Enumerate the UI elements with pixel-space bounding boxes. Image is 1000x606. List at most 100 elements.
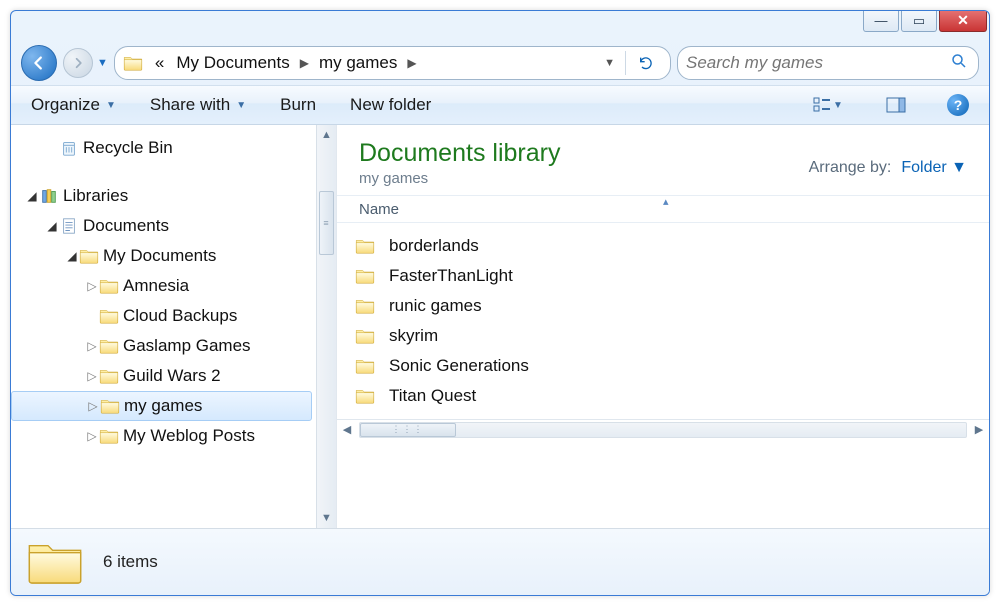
expander-icon[interactable]: ◢ <box>45 219 59 233</box>
scroll-thumb[interactable]: ≡ <box>319 191 334 255</box>
scroll-track[interactable]: ≡ <box>317 145 336 508</box>
file-name: runic games <box>389 296 482 316</box>
list-item[interactable]: runic games <box>355 291 971 321</box>
content-pane: Documents library my games Arrange by: F… <box>337 125 989 528</box>
folder-icon <box>99 278 119 294</box>
tree-item-libraries[interactable]: ◢ Libraries <box>11 181 316 211</box>
organize-menu[interactable]: Organize ▼ <box>31 95 116 115</box>
scroll-down-icon[interactable]: ▼ <box>317 508 336 528</box>
recycle-bin-icon <box>59 139 79 157</box>
scroll-up-icon[interactable]: ▲ <box>317 125 336 145</box>
folder-icon <box>123 55 143 71</box>
tree-item[interactable]: ▷ Gaslamp Games <box>11 331 316 361</box>
list-item[interactable]: skyrim <box>355 321 971 351</box>
sort-ascending-icon: ▴ <box>663 195 669 208</box>
close-button[interactable]: ✕ <box>939 10 987 32</box>
search-box[interactable] <box>677 46 979 80</box>
chevron-right-icon[interactable]: ▶ <box>405 56 418 70</box>
breadcrumb-level1[interactable]: My Documents <box>172 51 293 75</box>
arrange-by-label: Arrange by: <box>809 159 892 177</box>
new-folder-button[interactable]: New folder <box>350 95 431 115</box>
folder-icon <box>355 238 375 254</box>
help-button[interactable]: ? <box>947 94 969 116</box>
scroll-right-icon[interactable]: ▶ <box>969 423 989 436</box>
folder-icon <box>79 248 99 264</box>
details-pane: 6 items <box>11 529 989 595</box>
expander-icon[interactable]: ▷ <box>85 369 99 383</box>
tree-item[interactable]: ▷ My Weblog Posts <box>11 421 316 451</box>
libraries-icon <box>39 187 59 205</box>
explorer-window: — ▭ ✕ ▼ « My Documents ▶ my games ▶ ▼ <box>10 10 990 596</box>
file-name: Titan Quest <box>389 386 476 406</box>
tree-item-label: My Weblog Posts <box>123 426 255 446</box>
expander-icon[interactable]: ▷ <box>86 399 100 413</box>
breadcrumb-level2[interactable]: my games <box>315 51 401 75</box>
folder-icon <box>99 368 119 384</box>
expander-icon[interactable]: ▷ <box>85 339 99 353</box>
expander-icon[interactable]: ▷ <box>85 279 99 293</box>
folder-icon <box>99 428 119 444</box>
expander-icon[interactable]: ◢ <box>25 189 39 203</box>
tree-item-label: my games <box>124 396 202 416</box>
breadcrumb-overflow[interactable]: « <box>151 51 168 75</box>
tree-item-my-documents[interactable]: ◢ My Documents <box>11 241 316 271</box>
list-item[interactable]: borderlands <box>355 231 971 261</box>
expander-icon[interactable]: ◢ <box>65 249 79 263</box>
command-bar: Organize ▼ Share with ▼ Burn New folder … <box>11 85 989 125</box>
folder-icon <box>355 328 375 344</box>
expander-icon[interactable]: ▷ <box>85 429 99 443</box>
file-name: Sonic Generations <box>389 356 529 376</box>
minimize-button[interactable]: — <box>863 10 899 32</box>
nav-scrollbar[interactable]: ▲ ≡ ▼ <box>316 125 336 528</box>
list-item[interactable]: FasterThanLight <box>355 261 971 291</box>
burn-button[interactable]: Burn <box>280 95 316 115</box>
list-item[interactable]: Titan Quest <box>355 381 971 411</box>
tree-item-documents[interactable]: ◢ Documents <box>11 211 316 241</box>
view-mode-button[interactable]: ▼ <box>811 91 845 119</box>
navigation-pane: Recycle Bin ◢ Libraries ◢ Documents ◢ My… <box>11 125 337 528</box>
tree-item-recycle-bin[interactable]: Recycle Bin <box>11 133 316 163</box>
forward-button[interactable] <box>63 48 93 78</box>
search-icon[interactable] <box>950 52 968 75</box>
back-button[interactable] <box>21 45 57 81</box>
chevron-down-icon: ▼ <box>951 159 967 176</box>
list-item[interactable]: Sonic Generations <box>355 351 971 381</box>
folder-icon <box>27 538 83 586</box>
folder-icon <box>99 338 119 354</box>
preview-pane-button[interactable] <box>879 91 913 119</box>
scroll-left-icon[interactable]: ◀ <box>337 423 357 436</box>
tree-item[interactable]: ▷ my games <box>11 391 312 421</box>
search-input[interactable] <box>686 53 970 73</box>
tree-item[interactable]: Cloud Backups <box>11 301 316 331</box>
item-count: 6 items <box>103 552 158 572</box>
file-list: borderlands FasterThanLight runic games sky… <box>337 223 989 419</box>
scroll-track[interactable]: ⋮⋮⋮ <box>359 422 967 438</box>
folder-icon <box>355 268 375 284</box>
library-subtitle: my games <box>359 170 560 187</box>
tree-item[interactable]: ▷ Guild Wars 2 <box>11 361 316 391</box>
share-with-menu[interactable]: Share with ▼ <box>150 95 246 115</box>
maximize-button[interactable]: ▭ <box>901 10 937 32</box>
folder-icon <box>100 398 120 414</box>
file-name: FasterThanLight <box>389 266 513 286</box>
file-name: borderlands <box>389 236 479 256</box>
tree-item-label: Guild Wars 2 <box>123 366 221 386</box>
folder-icon <box>355 388 375 404</box>
arrange-by-control[interactable]: Arrange by: Folder ▼ <box>809 159 967 177</box>
chevron-right-icon[interactable]: ▶ <box>298 56 311 70</box>
folder-icon <box>355 358 375 374</box>
tree-item-label: Gaslamp Games <box>123 336 251 356</box>
folder-icon <box>99 308 119 324</box>
refresh-button[interactable] <box>630 55 662 71</box>
tree-item-label: Amnesia <box>123 276 189 296</box>
titlebar: — ▭ ✕ <box>11 11 989 41</box>
column-header-name[interactable]: Name ▴ <box>337 195 989 223</box>
tree-item[interactable]: ▷ Amnesia <box>11 271 316 301</box>
address-bar[interactable]: « My Documents ▶ my games ▶ ▼ <box>114 46 671 80</box>
horizontal-scrollbar[interactable]: ◀ ⋮⋮⋮ ▶ <box>337 419 989 439</box>
scroll-thumb[interactable]: ⋮⋮⋮ <box>360 423 456 437</box>
address-dropdown[interactable]: ▼ <box>598 57 621 69</box>
folder-icon <box>355 298 375 314</box>
tree-item-label: Cloud Backups <box>123 306 237 326</box>
history-dropdown[interactable]: ▼ <box>97 57 108 69</box>
